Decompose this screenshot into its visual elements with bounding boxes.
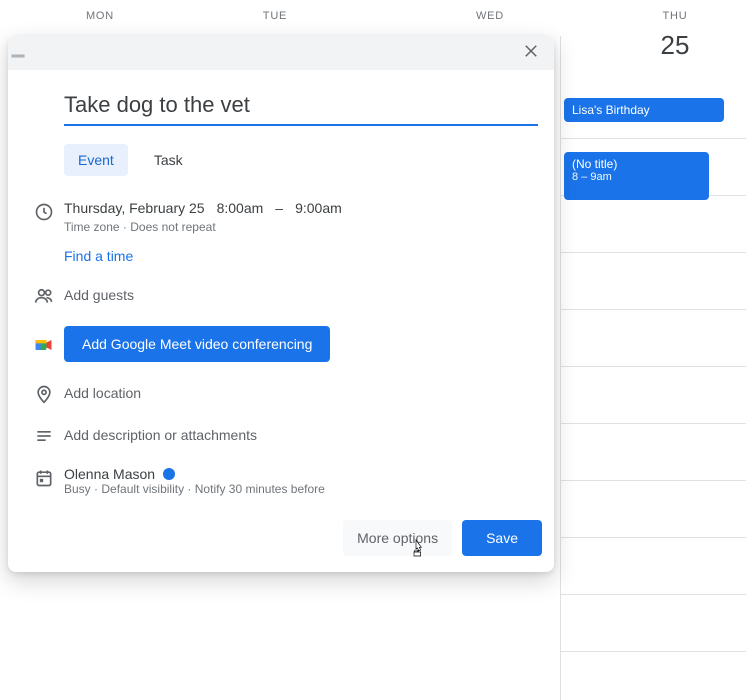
- event-title-input[interactable]: [64, 88, 538, 126]
- event-create-modal: || Event Task Thursday, February 25: [8, 36, 554, 572]
- organizer-row[interactable]: Olenna Mason Busy · Default visibility ·…: [24, 466, 538, 496]
- grid-hline: [560, 594, 746, 595]
- recurrence-link[interactable]: Does not repeat: [130, 220, 215, 234]
- find-a-time-link[interactable]: Find a time: [64, 248, 538, 264]
- grid-hline: [560, 138, 746, 139]
- calendar-icon: [24, 466, 64, 488]
- guests-placeholder: Add guests: [64, 287, 538, 303]
- location-icon: [24, 382, 64, 404]
- grid-hline: [560, 537, 746, 538]
- description-placeholder: Add description or attachments: [64, 427, 538, 443]
- event-start-time[interactable]: 8:00am: [217, 200, 264, 216]
- tab-task[interactable]: Task: [140, 144, 197, 176]
- grid-hline: [560, 309, 746, 310]
- drag-handle-icon[interactable]: ||: [12, 49, 28, 56]
- meet-row: Add Google Meet video conferencing: [24, 326, 538, 362]
- add-meet-button[interactable]: Add Google Meet video conferencing: [64, 326, 330, 362]
- more-options-button[interactable]: More options: [343, 520, 452, 556]
- day-number-thu[interactable]: 25: [625, 30, 725, 61]
- grid-hline: [560, 366, 746, 367]
- event-end-time[interactable]: 9:00am: [295, 200, 342, 216]
- location-row[interactable]: Add location: [24, 382, 538, 404]
- day-header-thu: THU: [625, 0, 725, 22]
- description-icon: [24, 424, 64, 446]
- visibility: Default visibility: [101, 482, 184, 496]
- organizer-name: Olenna Mason: [64, 466, 155, 482]
- day-header-mon: MON: [50, 0, 150, 22]
- type-tabs: Event Task: [64, 144, 538, 176]
- allday-event-chip[interactable]: Lisa's Birthday: [564, 98, 724, 122]
- grid-vline: [560, 36, 561, 700]
- tab-event[interactable]: Event: [64, 144, 128, 176]
- google-meet-icon: [24, 333, 64, 355]
- modal-footer: More options Save: [8, 520, 554, 572]
- description-row[interactable]: Add description or attachments: [24, 424, 538, 446]
- availability: Busy: [64, 482, 91, 496]
- notification: Notify 30 minutes before: [195, 482, 325, 496]
- close-button[interactable]: [516, 36, 546, 71]
- day-header-tue: TUE: [225, 0, 325, 22]
- location-placeholder: Add location: [64, 385, 538, 401]
- time-dash: –: [275, 200, 283, 216]
- grid-hline: [560, 480, 746, 481]
- modal-header: ||: [8, 36, 554, 70]
- close-icon: [522, 42, 540, 60]
- grid-hline: [560, 651, 746, 652]
- timezone-link[interactable]: Time zone: [64, 220, 120, 234]
- event-time: 8 – 9am: [572, 171, 701, 183]
- guests-row[interactable]: Add guests: [24, 284, 538, 306]
- grid-hline: [560, 252, 746, 253]
- event-title: Lisa's Birthday: [572, 103, 650, 117]
- save-button[interactable]: Save: [462, 520, 542, 556]
- event-title: (No title): [572, 157, 701, 171]
- separator: ·: [187, 482, 194, 496]
- datetime-row: Thursday, February 25 8:00am – 9:00am Ti…: [24, 200, 538, 264]
- grid-hline: [560, 423, 746, 424]
- calendar-page: MON TUE WED THU 25 Lisa's Birthday (No t…: [0, 0, 746, 700]
- timed-event-chip[interactable]: (No title) 8 – 9am: [564, 152, 709, 200]
- calendar-color-dot[interactable]: [163, 468, 175, 480]
- people-icon: [24, 284, 64, 306]
- modal-body: Event Task Thursday, February 25 8:00am …: [8, 70, 554, 520]
- event-date[interactable]: Thursday, February 25: [64, 200, 205, 216]
- day-header-wed: WED: [440, 0, 540, 22]
- clock-icon: [24, 200, 64, 222]
